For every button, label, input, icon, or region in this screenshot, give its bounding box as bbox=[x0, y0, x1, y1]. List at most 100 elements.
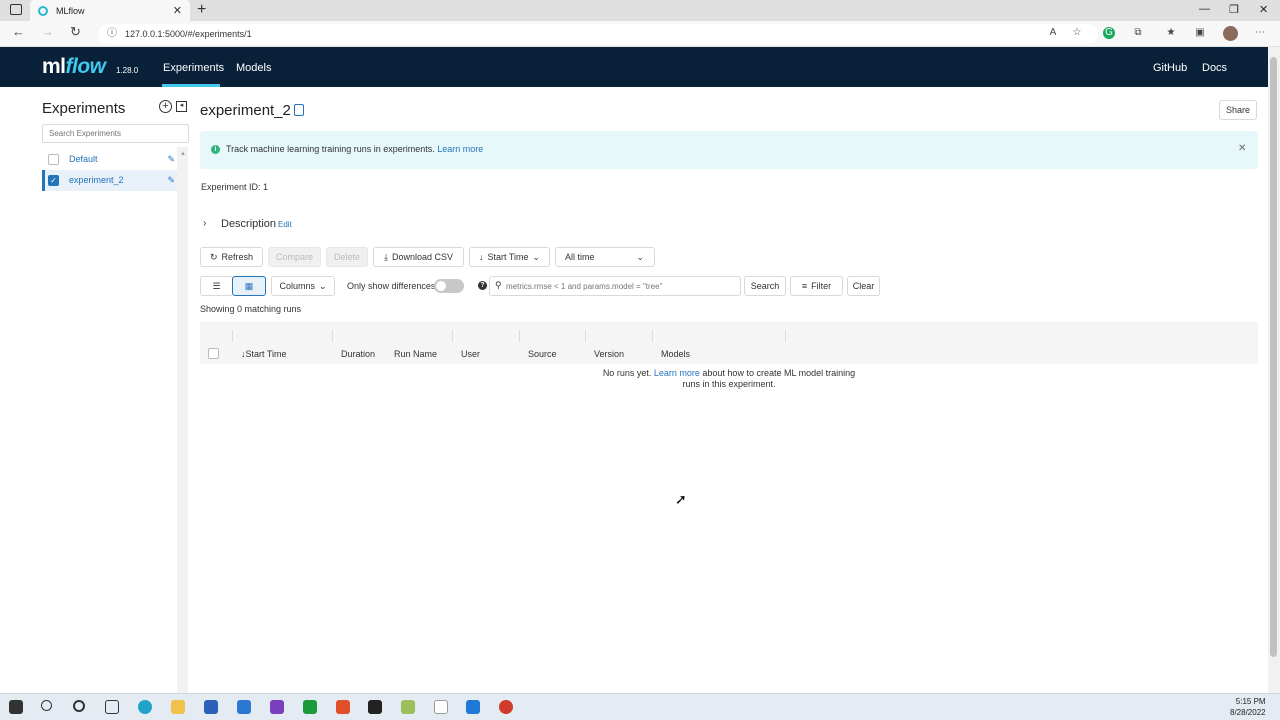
list-view-button[interactable]: ☰ bbox=[200, 276, 233, 296]
brave-icon[interactable] bbox=[336, 700, 350, 714]
experiment-checkbox-checked[interactable]: ✓ bbox=[48, 175, 59, 186]
search-button[interactable]: Search bbox=[744, 276, 786, 296]
close-icon[interactable]: ✕ bbox=[1238, 143, 1246, 154]
vscode-icon[interactable] bbox=[466, 700, 480, 714]
column-separator bbox=[232, 330, 233, 342]
windows-taskbar: 5:15 PM 8/28/2022 bbox=[0, 693, 1280, 720]
favorite-add-icon[interactable]: ☆ bbox=[1071, 27, 1083, 39]
chevron-down-icon: ⌄ bbox=[532, 252, 541, 262]
empty-learn-more-link[interactable]: Learn more bbox=[654, 368, 700, 378]
clock-date: 8/28/2022 bbox=[1230, 708, 1266, 717]
profile-avatar[interactable] bbox=[1223, 26, 1238, 41]
sidebar-item-default[interactable]: Default ✎ bbox=[42, 149, 177, 170]
search-experiments-input[interactable] bbox=[42, 124, 189, 143]
nav-github[interactable]: GitHub bbox=[1153, 62, 1187, 74]
more-icon[interactable]: ⋯ bbox=[1254, 27, 1266, 39]
forward-icon[interactable]: → bbox=[41, 24, 54, 39]
filter-button[interactable]: ≡ Filter bbox=[790, 276, 843, 296]
clear-button[interactable]: Clear bbox=[847, 276, 880, 296]
download-csv-button[interactable]: ⤓ Download CSV bbox=[373, 247, 464, 267]
browser-tab[interactable]: MLflow ✕ bbox=[30, 0, 190, 21]
description-edit-link[interactable]: Edit bbox=[278, 220, 292, 229]
close-tab-icon[interactable]: ✕ bbox=[173, 4, 182, 17]
share-button[interactable]: Share bbox=[1219, 100, 1257, 120]
time-range-select[interactable]: All time ⌄ bbox=[555, 247, 655, 267]
minimize-icon[interactable]: — bbox=[1199, 3, 1210, 15]
add-experiment-icon[interactable]: + bbox=[159, 100, 172, 113]
select-all-checkbox[interactable] bbox=[208, 348, 219, 359]
only-show-differences-label: Only show differences bbox=[347, 281, 436, 291]
edit-pencil-icon[interactable]: ✎ bbox=[167, 149, 175, 170]
runs-table-header: ↓Start Time Duration Run Name User Sourc… bbox=[200, 322, 1258, 364]
search-icon[interactable] bbox=[41, 700, 52, 711]
edit-pencil-icon[interactable]: ✎ bbox=[167, 170, 175, 191]
edge-icon[interactable] bbox=[138, 700, 152, 714]
app-icon[interactable] bbox=[499, 700, 513, 714]
app-icon[interactable] bbox=[270, 700, 284, 714]
restore-icon[interactable]: ❐ bbox=[1229, 3, 1239, 16]
chevron-right-icon[interactable]: › bbox=[203, 218, 206, 229]
window-menu-icon[interactable] bbox=[10, 4, 22, 15]
only-show-differences-toggle[interactable] bbox=[434, 279, 464, 293]
column-run-name[interactable]: Run Name bbox=[394, 349, 437, 359]
banner-learn-more-link[interactable]: Learn more bbox=[437, 144, 483, 154]
sidebar-scrollbar[interactable] bbox=[177, 147, 188, 693]
terminal-icon[interactable] bbox=[368, 700, 382, 714]
read-aloud-icon[interactable]: A bbox=[1047, 27, 1059, 39]
description-toggle[interactable]: Description bbox=[221, 218, 276, 230]
grammarly-icon[interactable]: G bbox=[1103, 27, 1115, 39]
close-window-icon[interactable]: ✕ bbox=[1259, 3, 1268, 16]
extensions-icon[interactable]: ⧉ bbox=[1132, 27, 1144, 39]
column-models[interactable]: Models bbox=[661, 349, 690, 359]
experiment-checkbox[interactable] bbox=[48, 154, 59, 165]
mlflow-favicon-icon bbox=[38, 5, 48, 16]
run-search-box[interactable]: ⚲ bbox=[489, 276, 741, 296]
task-view-icon[interactable] bbox=[105, 700, 119, 714]
reload-icon[interactable]: ↻ bbox=[70, 24, 81, 40]
favorites-icon[interactable]: ★ bbox=[1165, 27, 1177, 39]
grid-view-button[interactable]: ▦ bbox=[232, 276, 266, 296]
url-field[interactable]: ⓘ 127.0.0.1:5000/#/experiments/1 bbox=[98, 24, 1098, 44]
collapse-sidebar-icon[interactable]: ◂ bbox=[176, 101, 187, 112]
matching-runs-count: Showing 0 matching runs bbox=[200, 304, 302, 314]
sidebar-item-experiment-2[interactable]: ✓ experiment_2 ✎ bbox=[42, 170, 177, 191]
file-explorer-icon[interactable] bbox=[171, 700, 185, 714]
windows-start-icon[interactable] bbox=[9, 700, 23, 714]
column-separator bbox=[452, 330, 453, 342]
mail-icon[interactable] bbox=[237, 700, 251, 714]
notepad-icon[interactable] bbox=[434, 700, 448, 714]
columns-dropdown[interactable]: Columns ⌄ bbox=[271, 276, 335, 296]
mlflow-header: mlflow 1.28.0 Experiments Models GitHub … bbox=[0, 47, 1268, 87]
xbox-icon[interactable] bbox=[303, 700, 317, 714]
column-start-time[interactable]: ↓Start Time bbox=[241, 349, 287, 359]
compare-button[interactable]: Compare bbox=[268, 247, 321, 267]
nav-docs[interactable]: Docs bbox=[1202, 62, 1227, 74]
page-scrollbar[interactable] bbox=[1268, 47, 1280, 693]
collections-icon[interactable]: ▣ bbox=[1194, 27, 1206, 39]
paint-icon[interactable] bbox=[401, 700, 415, 714]
delete-button[interactable]: Delete bbox=[326, 247, 368, 267]
column-user[interactable]: User bbox=[461, 349, 480, 359]
page-title: experiment_2 bbox=[200, 102, 291, 119]
column-duration[interactable]: Duration bbox=[341, 349, 375, 359]
banner-text: Track machine learning training runs in … bbox=[226, 144, 435, 154]
mlflow-logo[interactable]: mlflow bbox=[42, 55, 106, 79]
nav-models[interactable]: Models bbox=[236, 62, 271, 74]
help-icon[interactable]: ? bbox=[478, 281, 487, 290]
copy-icon[interactable] bbox=[294, 104, 304, 116]
store-icon[interactable] bbox=[204, 700, 218, 714]
info-icon[interactable]: ⓘ bbox=[107, 24, 117, 44]
run-search-input[interactable] bbox=[506, 278, 736, 294]
scroll-up-icon[interactable]: ▲ bbox=[180, 151, 186, 157]
version-label: 1.28.0 bbox=[116, 66, 139, 75]
column-version[interactable]: Version bbox=[594, 349, 624, 359]
cortana-icon[interactable] bbox=[73, 700, 85, 712]
back-icon[interactable]: ← bbox=[12, 24, 25, 39]
new-tab-icon[interactable]: + bbox=[197, 2, 206, 18]
sort-select[interactable]: ↓ Start Time ⌄ bbox=[469, 247, 550, 267]
nav-experiments[interactable]: Experiments bbox=[163, 62, 224, 74]
refresh-button[interactable]: ↻ Refresh bbox=[200, 247, 263, 267]
scrollbar-thumb[interactable] bbox=[1270, 57, 1277, 657]
system-clock[interactable]: 5:15 PM 8/28/2022 bbox=[1230, 696, 1266, 718]
column-source[interactable]: Source bbox=[528, 349, 557, 359]
